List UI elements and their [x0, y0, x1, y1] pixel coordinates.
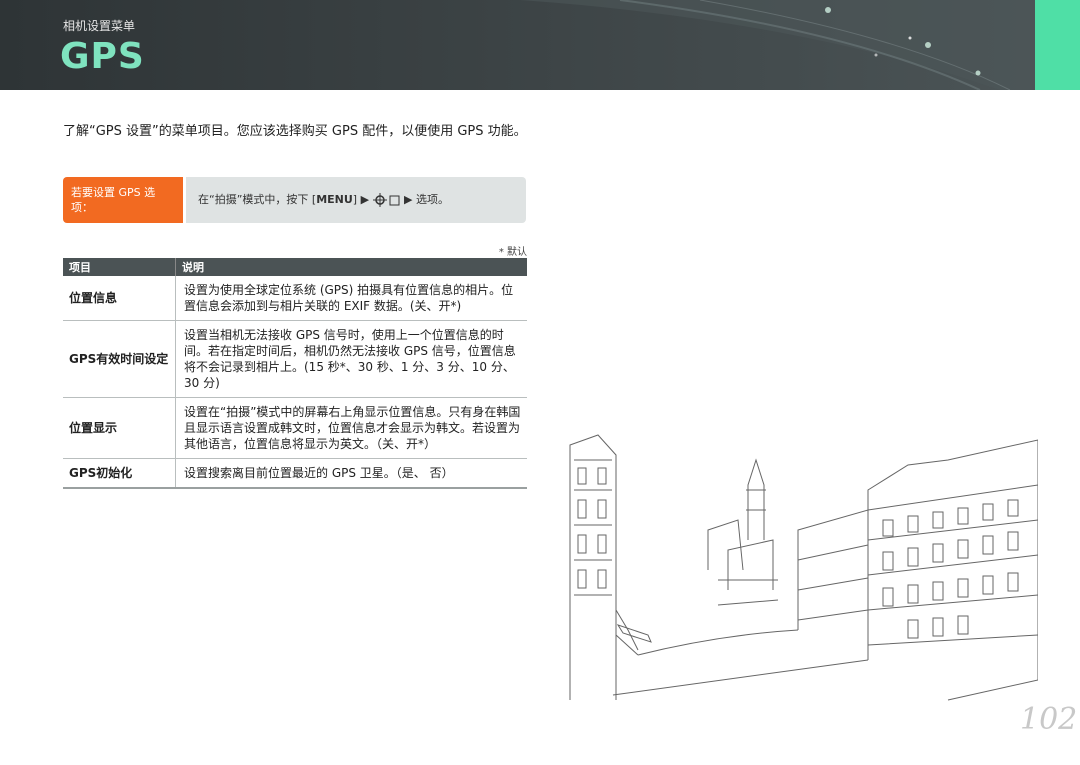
gps-settings-icon [372, 193, 400, 207]
option-description: 设置当相机无法接收 GPS 信号时，使用上一个位置信息的时间。若在指定时间后，相… [175, 320, 527, 398]
option-name: 位置信息 [63, 276, 176, 321]
column-header-item: 项目 [63, 258, 176, 276]
table-row: 位置信息 设置为使用全球定位系统 (GPS) 拍摄具有位置信息的相片。位置信息会… [63, 276, 527, 321]
gps-options-table: 项目 说明 位置信息 设置为使用全球定位系统 (GPS) 拍摄具有位置信息的相片… [63, 258, 527, 489]
tip-text-mid: ] ▶ [352, 193, 373, 206]
section-label: 相机设置菜单 [63, 19, 136, 33]
option-name: 位置显示 [63, 397, 176, 459]
table-row: GPS初始化 设置搜索离目前位置最近的 GPS 卫星。（是、 否） [63, 458, 527, 489]
city-sketch-illustration [569, 434, 1038, 701]
table-row: GPS有效时间设定 设置当相机无法接收 GPS 信号时，使用上一个位置信息的时间… [63, 320, 527, 398]
page-header: 相机设置菜单 GPS [0, 0, 1035, 90]
option-description: 设置在“拍摄”模式中的屏幕右上角显示位置信息。只有身在韩国且显示语言设置成韩文时… [175, 397, 527, 459]
column-header-description: 说明 [175, 258, 527, 276]
page-number: 102 [1020, 702, 1078, 737]
tip-text-suffix: ▶ 选项。 [400, 193, 449, 206]
option-description: 设置搜索离目前位置最近的 GPS 卫星。（是、 否） [175, 458, 527, 489]
side-tab [1035, 0, 1080, 90]
intro-text: 了解“GPS 设置”的菜单项目。您应该选择购买 GPS 配件，以便使用 GPS … [63, 124, 527, 139]
tip-instruction: 在“拍摄”模式中，按下 [MENU] ▶ ▶ 选项。 [186, 177, 526, 223]
tip-box: 若要设置 GPS 选项： 在“拍摄”模式中，按下 [MENU] ▶ ▶ 选项。 [63, 177, 526, 223]
tip-label: 若要设置 GPS 选项： [63, 177, 183, 223]
default-note: * 默认 [498, 247, 527, 258]
option-name: GPS有效时间设定 [63, 320, 176, 398]
header-decoration [520, 0, 1035, 90]
page-title: GPS [60, 36, 145, 77]
menu-key-label: MENU [316, 193, 353, 206]
option-name: GPS初始化 [63, 458, 176, 489]
option-description: 设置为使用全球定位系统 (GPS) 拍摄具有位置信息的相片。位置信息会添加到与相… [175, 276, 527, 321]
table-row: 位置显示 设置在“拍摄”模式中的屏幕右上角显示位置信息。只有身在韩国且显示语言设… [63, 397, 527, 459]
tip-text-prefix: 在“拍摄”模式中，按下 [ [198, 193, 317, 206]
